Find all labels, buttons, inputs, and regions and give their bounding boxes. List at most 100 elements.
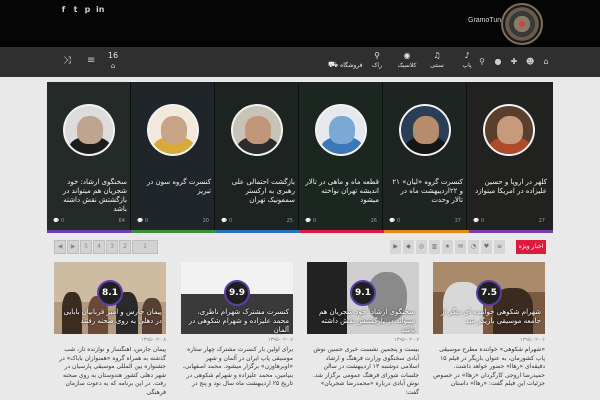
views-count: 27 [538,218,545,224]
twitter-icon[interactable]: t [72,5,79,14]
slide-item[interactable]: کنسرت گروه «لیان» ۲۱ و ۲۲اردیبهشت ماه در… [383,82,467,230]
brand-name[interactable]: GramoTune [468,17,505,24]
featured-slider: سخنگوی ارشاد: خود شجریان هم میتواند در ب… [47,82,553,230]
slide-photo [147,104,199,156]
linkedin-icon[interactable]: in [96,5,104,14]
user-icons: ⚲ ● ✚ ☻ ⌂ [478,57,550,67]
slide-meta: 💬 0 25 [221,218,293,224]
slide-item[interactable]: سخنگوی ارشاد: خود شجریان هم میتواند در ب… [47,82,131,230]
video-icon[interactable]: ▶ [390,240,401,254]
comment-icon: 💬 0 [221,218,233,224]
comment-icon: 💬 0 [53,218,65,224]
comment-icon: 💬 0 [389,218,401,224]
main-nav: ⤨ ≡ 16 ⌂ ⛟ فروشگاه ⚲ راک ◉ کلاسیک ♫ سنتی… [0,47,600,77]
menu-item-classic[interactable]: ◉ کلاسیک [392,51,422,73]
eye-icon[interactable]: ◎ [416,240,427,254]
slide-title[interactable]: کنسرت گروه «لیان» ۲۱ و ۲۲اردیبهشت ماه در… [389,178,463,205]
article-date: ۱۳۹۵-۰۲-۰۷ [393,337,419,343]
mic-icon: ♪ [464,51,470,60]
menu-item-traditional[interactable]: ♫ سنتی [422,51,452,73]
page-3[interactable]: 3 [106,240,118,254]
article-title[interactable]: پیمان جارس و امیر قربانیان بابایی در دهل… [58,308,162,326]
shuffle-icon[interactable]: ⤨ [63,55,71,67]
disc-icon: ◉ [403,51,411,60]
slide-item[interactable]: کلهر در اروپا و حسین علیزاده در امریکا م… [467,82,553,230]
bookmark-icon[interactable]: ◆ [403,240,414,254]
chart-icon[interactable]: ▥ [429,240,440,254]
slide-photo [399,104,451,156]
views-count: 64 [118,218,125,224]
genre-menu: ⛟ فروشگاه ⚲ راک ◉ کلاسیک ♫ سنتی ♪ پاپ [328,51,482,73]
article-excerpt: «شهرام شکوهی» خواننده مطرح موسیقی پاپ کش… [433,346,545,387]
views-count: 26 [370,218,377,224]
slide-meta: 💬 0 64 [53,218,125,224]
star-icon[interactable]: ★ [442,240,453,254]
featured-news-button[interactable]: اخبار ویژه [516,240,546,254]
rating-badge: 9.9 [224,280,250,306]
site-logo[interactable] [501,3,543,45]
slide-photo [63,104,115,156]
comment-icon: 💬 0 [137,218,149,224]
facebook-icon[interactable]: f [60,5,67,14]
heart-icon[interactable]: ♥ [481,240,492,254]
article-title[interactable]: کنسرت مشترک شهرام ناظری، محمد علیزاده و … [185,308,289,335]
guitar-icon: ⚲ [374,51,380,60]
user-group-icon[interactable]: ☻ [526,57,534,67]
article-excerpt: پیمان جارس، آهنگساز و نوازنده تار، شب گذ… [59,346,166,396]
slide-meta: 💬 0 20 [137,218,209,224]
top-bar: f t p in GramoTune [0,0,600,47]
slide-item[interactable]: بازگشت احتمالی علی رهبری به ارکستر سمفون… [215,82,299,230]
article-date: ۱۳۹۵-۰۲-۰۶ [519,337,545,343]
menu-item-rock[interactable]: ⚲ راک [362,51,392,73]
comment-icon[interactable]: ✉ [455,240,466,254]
views-count: 25 [286,218,293,224]
slide-meta: 💬 0 37 [389,218,461,224]
home-icon[interactable]: ⌂ [542,57,550,67]
pinterest-icon[interactable]: p [84,5,91,14]
music-icon: ♫ [433,51,441,60]
slide-item[interactable]: قطعه ماه و ماهی در تالار اندیشه تهران نو… [299,82,383,230]
slide-title[interactable]: کنسرت گروه سون در تبریز [137,178,211,196]
date-day: 16 [107,51,119,60]
rating-badge: 9.1 [350,280,376,306]
page-4[interactable]: 4 [93,240,105,254]
slide-title[interactable]: بازگشت احتمالی علی رهبری به ارکستر سمفون… [221,178,295,205]
slide-item[interactable]: کنسرت گروه سون در تبریز 💬 0 20 [131,82,215,230]
slide-photo [231,104,283,156]
calendar-icon: ⌂ [110,62,116,70]
slide-title[interactable]: سخنگوی ارشاد: خود شجریان هم میتواند در ب… [53,178,127,214]
rating-badge: 7.5 [476,280,502,306]
slide-title[interactable]: قطعه ماه و ماهی در تالار اندیشه تهران نو… [305,178,379,205]
filter-tools: ▶ ◆ ◎ ▥ ★ ✉ ◔ ♥ ≡ [390,240,505,254]
slide-meta: 💬 0 26 [305,218,377,224]
comment-icon: 💬 0 [305,218,317,224]
comment-icon: 💬 0 [473,218,485,224]
social-links: f t p in [60,5,105,14]
article-title[interactable]: شهرام شکوهی خواننده ای دیگر از جامعه موس… [437,308,541,326]
user-icon[interactable]: ● [494,57,502,67]
article-title[interactable]: سخنگوی ارشاد: خود شجریان هم میتواند در ب… [311,308,415,335]
page-prev[interactable]: ▶ [67,240,79,254]
slide-photo [483,104,535,156]
search-icon[interactable]: ⚲ [478,57,486,67]
list-icon[interactable]: ≡ [494,240,505,254]
article-excerpt: بیست و پنجمین نشست خبری حسین نوش آبادی س… [312,346,419,396]
views-count: 37 [454,218,461,224]
color-stripe [47,230,553,233]
menu-icon[interactable]: ≡ [87,55,95,67]
clock-icon[interactable]: ◔ [468,240,479,254]
page-next[interactable]: ◀ [54,240,66,254]
page-1[interactable]: 1 [132,240,158,254]
rating-badge: 8.1 [97,280,123,306]
article-excerpt: برای اولین بار کنسرت مشترک چهار ستاره مو… [182,346,293,387]
views-count: 20 [202,218,209,224]
add-user-icon[interactable]: ✚ [510,57,518,67]
page-2[interactable]: 2 [119,240,131,254]
article-date: ۱۳۹۵-۰۲-۰۷ [267,337,293,343]
slide-title[interactable]: کلهر در اروپا و حسین علیزاده در امریکا م… [473,178,547,196]
slide-meta: 💬 0 27 [473,218,545,224]
cart-icon: ⛟ [328,60,339,69]
menu-item-shop[interactable]: ⛟ فروشگاه [328,51,362,73]
article-date: ۱۳۹۵-۰۲-۰۸ [140,337,166,343]
page-5[interactable]: 5 [80,240,92,254]
